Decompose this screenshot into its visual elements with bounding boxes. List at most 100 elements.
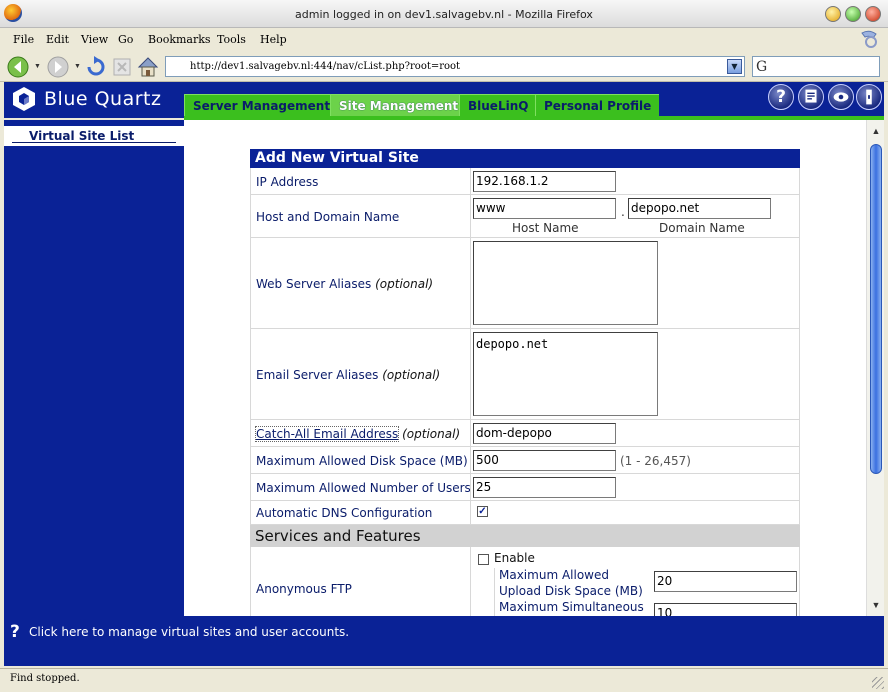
close-button[interactable] — [865, 6, 881, 22]
upload-icon[interactable] — [798, 84, 824, 110]
row-divider — [470, 420, 471, 446]
address-url: http://dev1.salvagebv.nl:444/nav/cList.p… — [190, 61, 461, 72]
sidebar-item-underline — [12, 142, 176, 143]
auto-dns-row: Automatic DNS Configuration ✓ — [250, 501, 800, 525]
main-content: Add New Virtual Site IP Address 192.168.… — [184, 120, 866, 616]
ftp-upload-label: Maximum Allowed Upload Disk Space (MB) — [499, 568, 643, 598]
auto-dns-label: Automatic DNS Configuration — [256, 506, 433, 520]
row-divider — [470, 474, 471, 500]
catchall-input[interactable]: dom-depopo — [473, 423, 616, 444]
menu-go[interactable]: Go — [118, 33, 133, 46]
tab-personal-profile[interactable]: Personal Profile — [535, 94, 660, 116]
ip-address-label: IP Address — [256, 175, 319, 189]
help-icon[interactable]: ? — [768, 84, 794, 110]
ip-address-row: IP Address 192.168.1.2 — [250, 168, 800, 195]
web-aliases-label: Web Server Aliases (optional) — [256, 277, 433, 291]
eye-icon[interactable] — [828, 84, 854, 110]
email-aliases-textarea[interactable]: depopo.net — [473, 332, 658, 416]
search-input[interactable]: G — [752, 56, 880, 77]
domain-name-caption: Domain Name — [659, 221, 745, 235]
back-dropdown-icon[interactable]: ▼ — [34, 63, 42, 70]
catchall-row: Catch-All Email Address (optional) dom-d… — [250, 420, 800, 447]
anonymous-ftp-row: Anonymous FTP Enable Maximum Allowed Upl… — [250, 547, 800, 616]
add-virtual-site-form: Add New Virtual Site IP Address 192.168.… — [250, 149, 800, 616]
forward-icon[interactable] — [46, 55, 70, 79]
scroll-down-icon[interactable]: ▼ — [869, 598, 883, 612]
tab-site-management[interactable]: Site Management — [330, 94, 467, 116]
window-titlebar: admin logged in on dev1.salvagebv.nl - M… — [0, 0, 888, 28]
disk-space-input[interactable]: 500 — [473, 450, 616, 471]
sidebar: Virtual Site List — [4, 120, 184, 616]
app-logo-text: Blue Quartz — [44, 88, 162, 110]
back-icon[interactable] — [6, 55, 30, 79]
host-domain-row: Host and Domain Name www . depopo.net Ho… — [250, 195, 800, 238]
google-g-icon[interactable]: G — [756, 59, 767, 75]
email-aliases-label-text: Email Server Aliases — [256, 368, 379, 382]
max-users-input[interactable]: 25 — [473, 477, 616, 498]
ftp-simultaneous-input[interactable]: 10 — [654, 603, 797, 616]
reload-icon[interactable] — [84, 55, 108, 79]
throbber-icon — [861, 30, 877, 48]
email-aliases-row: Email Server Aliases (optional) depopo.n… — [250, 329, 800, 420]
max-users-row: Maximum Allowed Number of Users 25 — [250, 474, 800, 501]
vertical-scrollbar[interactable]: ▲ ▼ — [866, 120, 884, 616]
stop-icon[interactable] — [110, 55, 134, 79]
domain-name-input[interactable]: depopo.net — [628, 198, 771, 219]
host-domain-dot: . — [621, 205, 625, 219]
address-bar[interactable]: http://dev1.salvagebv.nl:444/nav/cList.p… — [165, 56, 745, 77]
tab-server-management[interactable]: Server Management — [184, 94, 339, 116]
disk-space-label: Maximum Allowed Disk Space (MB) — [256, 454, 468, 468]
menu-help[interactable]: Help — [260, 33, 287, 46]
ftp-subsection-divider — [494, 568, 495, 616]
optional-tag: (optional) — [382, 368, 441, 382]
max-users-label: Maximum Allowed Number of Users — [256, 481, 471, 495]
scroll-up-icon[interactable]: ▲ — [869, 124, 883, 138]
row-divider — [470, 329, 471, 419]
ftp-upload-input[interactable]: 20 — [654, 571, 797, 592]
menu-tools[interactable]: Tools — [217, 33, 246, 46]
scrollbar-thumb[interactable] — [870, 144, 882, 474]
menu-edit[interactable]: Edit — [46, 33, 69, 46]
catchall-label-text[interactable]: Catch-All Email Address — [254, 426, 400, 442]
ftp-enable-label: Enable — [494, 551, 535, 565]
sidebar-item-virtual-site-list[interactable]: Virtual Site List — [4, 126, 184, 147]
row-divider — [470, 547, 471, 616]
row-divider — [470, 501, 471, 524]
minimize-button[interactable] — [825, 6, 841, 22]
app-header: Blue Quartz Server Management Site Manag… — [4, 82, 884, 118]
ip-address-input[interactable]: 192.168.1.2 — [473, 171, 616, 192]
catchall-label: Catch-All Email Address (optional) — [254, 426, 460, 442]
auto-dns-checkbox[interactable]: ✓ — [477, 506, 488, 517]
disk-space-range-hint: (1 - 26,457) — [620, 454, 691, 468]
forward-dropdown-icon[interactable]: ▼ — [74, 63, 82, 70]
menu-bookmarks[interactable]: Bookmarks — [148, 33, 211, 46]
email-aliases-label: Email Server Aliases (optional) — [256, 368, 440, 382]
home-icon[interactable] — [136, 55, 160, 79]
maximize-button[interactable] — [845, 6, 861, 22]
row-divider — [470, 195, 471, 237]
resize-grip-icon[interactable] — [872, 677, 884, 689]
menu-file[interactable]: File — [13, 33, 34, 46]
blue-quartz-logo-icon — [13, 87, 35, 111]
web-aliases-textarea[interactable] — [473, 241, 658, 325]
disk-space-row: Maximum Allowed Disk Space (MB) 500 (1 -… — [250, 447, 800, 474]
ftp-enable-checkbox[interactable] — [478, 554, 489, 565]
form-title: Add New Virtual Site — [250, 149, 800, 168]
row-divider — [470, 238, 471, 328]
host-name-input[interactable]: www — [473, 198, 616, 219]
row-divider — [470, 168, 471, 194]
help-text: Click here to manage virtual sites and u… — [29, 625, 350, 639]
services-section-title: Services and Features — [250, 525, 800, 547]
ftp-simultaneous-label: Maximum Simultaneous — [499, 600, 644, 614]
address-dropdown-icon[interactable]: ▼ — [727, 59, 742, 74]
menu-bar: File Edit View Go Bookmarks Tools Help — [0, 28, 888, 52]
host-domain-label: Host and Domain Name — [256, 210, 400, 224]
host-name-caption: Host Name — [512, 221, 579, 235]
anonymous-ftp-label: Anonymous FTP — [256, 582, 352, 596]
web-aliases-label-text: Web Server Aliases — [256, 277, 372, 291]
tab-bluelinq[interactable]: BlueLinQ — [459, 94, 537, 116]
help-bar: ? Click here to manage virtual sites and… — [4, 616, 884, 666]
logout-icon[interactable] — [856, 84, 882, 110]
row-divider — [470, 447, 471, 473]
menu-view[interactable]: View — [81, 33, 108, 46]
